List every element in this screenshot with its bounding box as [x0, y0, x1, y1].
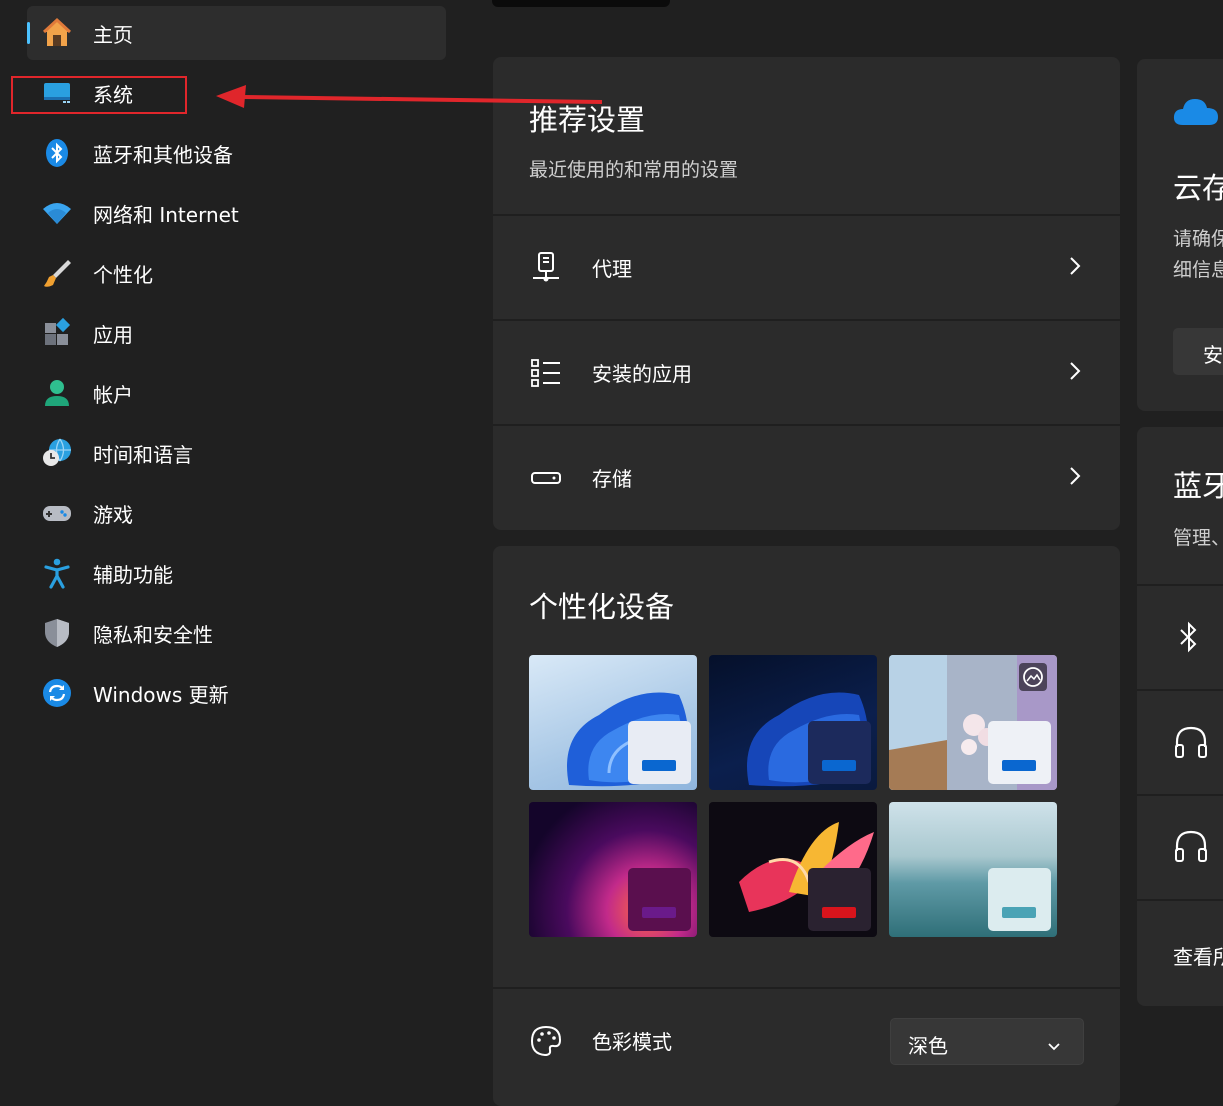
cloud-action-button[interactable]: 安 — [1173, 328, 1223, 375]
theme-window-preview — [808, 721, 871, 784]
account-icon — [41, 377, 73, 409]
divider — [1137, 794, 1223, 796]
nav-item-time-language[interactable]: 时间和语言 — [27, 426, 446, 480]
wifi-icon — [41, 197, 73, 229]
theme-thumbnail-sunrise[interactable] — [889, 802, 1057, 937]
view-more-link[interactable]: 查看所 — [1173, 941, 1223, 970]
nav-label: 帐户 — [93, 382, 133, 407]
nav-item-windows-update[interactable]: Windows 更新 — [27, 666, 446, 720]
theme-window-preview — [988, 868, 1051, 931]
selection-indicator — [27, 22, 30, 44]
row-label: 代理 — [592, 257, 632, 281]
theme-window-preview — [628, 721, 691, 784]
row-label: 安装的应用 — [592, 362, 692, 386]
theme-thumbnail-glow[interactable] — [529, 802, 697, 937]
apps-icon — [41, 317, 73, 349]
paintbrush-icon — [41, 257, 73, 289]
cloud-text: 细信息 — [1173, 259, 1223, 281]
nav-item-network[interactable]: 网络和 Internet — [27, 186, 446, 240]
dropdown-value: 深色 — [908, 1034, 948, 1058]
nav-label: 游戏 — [93, 502, 133, 527]
divider — [1137, 689, 1223, 691]
nav-label: 时间和语言 — [93, 442, 193, 467]
sync-icon — [41, 677, 73, 709]
nav-item-home[interactable]: 主页 — [27, 6, 446, 60]
spotlight-icon — [1019, 663, 1047, 691]
nav-label: 辅助功能 — [93, 562, 173, 587]
color-mode-dropdown[interactable]: 深色 — [890, 1018, 1084, 1065]
color-mode-label: 色彩模式 — [592, 1030, 672, 1054]
globe-clock-icon — [41, 437, 73, 469]
chevron-right-icon — [1068, 256, 1082, 276]
bluetooth-icon[interactable] — [1179, 621, 1199, 657]
personalize-title: 个性化设备 — [529, 590, 675, 624]
recommended-settings-card: 推荐设置 最近使用的和常用的设置 代理 安装的应用 存储 — [493, 57, 1120, 530]
headphones-icon[interactable] — [1173, 725, 1209, 763]
row-storage[interactable]: 存储 — [493, 426, 1120, 529]
theme-window-preview — [808, 868, 871, 931]
row-label: 存储 — [592, 467, 632, 491]
gamepad-icon — [41, 497, 73, 529]
bluetooth-title: 蓝牙 — [1173, 469, 1223, 503]
row-installed-apps[interactable]: 安装的应用 — [493, 321, 1120, 424]
palette-icon — [529, 1024, 563, 1058]
nav-item-personalization[interactable]: 个性化 — [27, 246, 446, 300]
nav-item-bluetooth[interactable]: 蓝牙和其他设备 — [27, 126, 446, 180]
storage-icon — [529, 461, 563, 495]
recommended-subtitle: 最近使用的和常用的设置 — [529, 159, 739, 181]
theme-thumbnail-flower[interactable] — [889, 655, 1057, 790]
cloud-storage-card: 云存 请确保 细信息 安 — [1137, 59, 1223, 411]
cloud-title: 云存 — [1173, 171, 1223, 205]
theme-thumbnail-captured-motion[interactable] — [709, 802, 877, 937]
cloud-text: 请确保 — [1173, 228, 1223, 250]
nav-label: 隐私和安全性 — [93, 622, 213, 647]
cloud-icon — [1173, 95, 1219, 131]
bluetooth-icon — [41, 137, 73, 169]
row-proxy[interactable]: 代理 — [493, 216, 1120, 319]
bluetooth-subtitle: 管理、 — [1173, 527, 1223, 549]
divider — [1137, 584, 1223, 586]
nav-label: 主页 — [93, 22, 133, 47]
row-color-mode: 色彩模式 深色 — [493, 989, 1120, 1092]
nav-label: Windows 更新 — [93, 682, 229, 707]
divider — [1137, 899, 1223, 901]
bluetooth-devices-card: 蓝牙 管理、 查看所 — [1137, 427, 1223, 1006]
shield-icon — [41, 617, 73, 649]
annotation-arrow-icon — [216, 85, 603, 108]
nav-item-accounts[interactable]: 帐户 — [27, 366, 446, 420]
headphones-icon[interactable] — [1173, 829, 1209, 867]
nav-label: 网络和 Internet — [93, 202, 239, 227]
home-icon — [41, 17, 73, 49]
list-icon — [529, 356, 563, 390]
proxy-icon — [529, 251, 563, 285]
nav-item-apps[interactable]: 应用 — [27, 306, 446, 360]
accessibility-icon — [41, 557, 73, 589]
nav-item-privacy[interactable]: 隐私和安全性 — [27, 606, 446, 660]
annotation-highlight-box — [11, 76, 187, 114]
nav-label: 应用 — [93, 322, 133, 347]
chevron-right-icon — [1068, 361, 1082, 381]
theme-thumbnail-windows-dark[interactable] — [709, 655, 877, 790]
nav-item-accessibility[interactable]: 辅助功能 — [27, 546, 446, 600]
button-label: 安 — [1203, 343, 1223, 367]
personalize-card: 个性化设备 色彩模式 深色 — [493, 546, 1120, 1106]
nav-label: 个性化 — [93, 262, 153, 287]
chevron-down-icon — [1047, 1037, 1061, 1056]
nav-label: 蓝牙和其他设备 — [93, 142, 233, 167]
top-tab-stub — [492, 0, 670, 7]
chevron-right-icon — [1068, 466, 1082, 486]
nav-item-gaming[interactable]: 游戏 — [27, 486, 446, 540]
theme-window-preview — [628, 868, 691, 931]
theme-thumbnail-windows-light[interactable] — [529, 655, 697, 790]
theme-window-preview — [988, 721, 1051, 784]
